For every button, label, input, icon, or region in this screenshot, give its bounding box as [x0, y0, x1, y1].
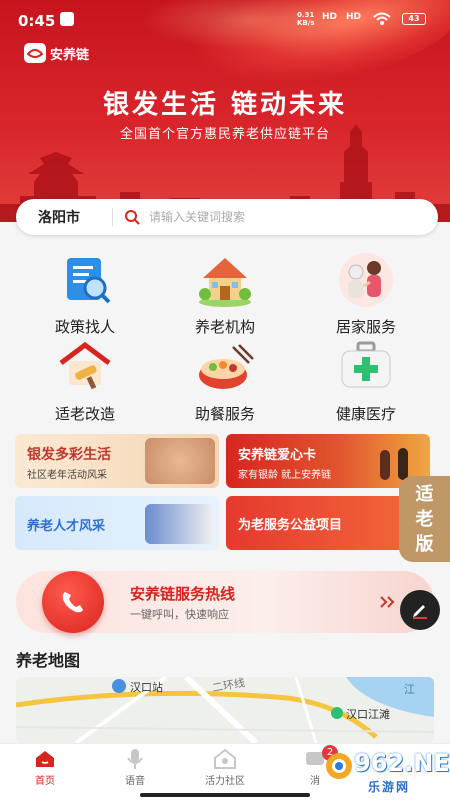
- search-input[interactable]: [149, 210, 438, 224]
- grid-item-nursing-home[interactable]: 养老机构: [165, 252, 285, 336]
- watermark-subtext: 乐游网: [368, 780, 411, 794]
- map-section-title: 养老地图: [16, 651, 81, 670]
- banner-love-card[interactable]: 安养链爱心卡 家有银龄 就上安养链: [226, 434, 430, 488]
- pencil-icon: [413, 605, 427, 619]
- signal-icon: HD: [322, 12, 338, 22]
- phone-icon: [42, 571, 104, 633]
- home-renovation-icon: [59, 341, 111, 390]
- banner-title: 为老服务公益项目: [238, 518, 343, 533]
- policy-document-icon: [67, 258, 111, 304]
- banner-talent[interactable]: 养老人才风采: [15, 496, 219, 550]
- park-icon: [331, 707, 343, 719]
- banner-silver-life[interactable]: 银发多彩生活 社区老年活动风采: [15, 434, 219, 488]
- network-speed: 0.31 KB/s: [297, 11, 315, 27]
- banner-subtitle: 家有银龄 就上安养链: [238, 470, 332, 481]
- grid-item-policy[interactable]: 政策找人: [25, 252, 145, 336]
- grid-item-label: 居家服务: [335, 318, 396, 336]
- tab-label: 语音: [125, 776, 145, 787]
- status-bar: 0:45 0.31 KB/s HD HD 43: [0, 0, 450, 40]
- grid-item-label: 适老改造: [54, 405, 115, 423]
- banner-subtitle: 社区老年活动风采: [27, 470, 107, 481]
- app-name: 安养链: [50, 47, 90, 63]
- home-indicator: [140, 793, 310, 797]
- handshake-illustration: [145, 504, 213, 544]
- search-divider: [112, 208, 113, 226]
- station-icon: [112, 679, 126, 693]
- tab-home[interactable]: 首页: [10, 748, 80, 787]
- elder-mode-button[interactable]: 适 老 版: [399, 476, 450, 562]
- wifi-icon: [373, 12, 391, 25]
- search-icon[interactable]: [121, 206, 143, 228]
- tab-label: 首页: [35, 776, 55, 787]
- elderly-care-map[interactable]: 汉口站 二环线 汉口江滩 江: [16, 677, 434, 743]
- watermark-logo-icon: [326, 753, 352, 779]
- hero-slogan: 银发生活 链动未来: [102, 90, 348, 120]
- grid-item-label: 政策找人: [54, 318, 115, 336]
- microphone-icon: [123, 748, 147, 770]
- elder-mode-char: 老: [415, 508, 434, 530]
- grid-item-medical[interactable]: 健康医疗: [306, 339, 426, 423]
- hands-illustration: [145, 438, 215, 484]
- grid-item-home-care[interactable]: 居家服务: [306, 252, 426, 336]
- hotline-subtitle: 一键呼叫，快速响应: [130, 608, 229, 621]
- grid-item-label: 养老机构: [194, 318, 255, 336]
- meal-service-icon: [199, 344, 254, 389]
- tab-community[interactable]: 活力社区: [190, 748, 260, 787]
- edit-floating-button[interactable]: [400, 590, 440, 630]
- grid-item-renovation[interactable]: 适老改造: [25, 339, 145, 423]
- tab-voice[interactable]: 语音: [100, 748, 170, 787]
- notification-icon: [60, 12, 74, 26]
- grid-item-label: 助餐服务: [194, 405, 255, 423]
- banner-title: 养老人才风采: [27, 519, 106, 534]
- double-chevron-right-icon[interactable]: [375, 589, 401, 615]
- logo-icon: [24, 43, 46, 63]
- service-hotline-card[interactable]: 安养链服务热线 一键呼叫，快速响应: [16, 571, 434, 633]
- status-time: 0:45: [18, 12, 56, 30]
- nursing-home-icon: [199, 258, 251, 307]
- hotline-title: 安养链服务热线: [130, 585, 236, 603]
- home-care-icon: [339, 253, 393, 307]
- watermark: 962.NET 乐游网: [318, 745, 450, 800]
- app-logo: 安养链: [24, 42, 89, 64]
- search-bar: 洛阳市: [16, 199, 438, 235]
- battery-icon: 43: [402, 13, 426, 25]
- signal-icon: HD: [346, 12, 362, 22]
- city-selector[interactable]: 洛阳市: [16, 207, 112, 227]
- map-label: 汉口站: [130, 681, 163, 694]
- watermark-text: 962.NET: [354, 749, 450, 777]
- banner-title: 银发多彩生活: [27, 447, 111, 463]
- banner-title: 安养链爱心卡: [238, 448, 317, 463]
- tab-label: 活力社区: [205, 776, 245, 787]
- elder-mode-char: 适: [415, 483, 434, 505]
- grid-item-meal[interactable]: 助餐服务: [165, 339, 285, 423]
- grid-item-label: 健康医疗: [335, 405, 396, 423]
- map-label: 江: [404, 683, 415, 696]
- community-icon: [213, 748, 237, 770]
- hero-subtitle: 全国首个官方惠民养老供应链平台: [119, 127, 330, 142]
- home-icon: [33, 748, 57, 770]
- medical-kit-icon: [341, 341, 391, 388]
- elder-mode-char: 版: [415, 533, 434, 555]
- map-label: 汉口江滩: [346, 708, 390, 721]
